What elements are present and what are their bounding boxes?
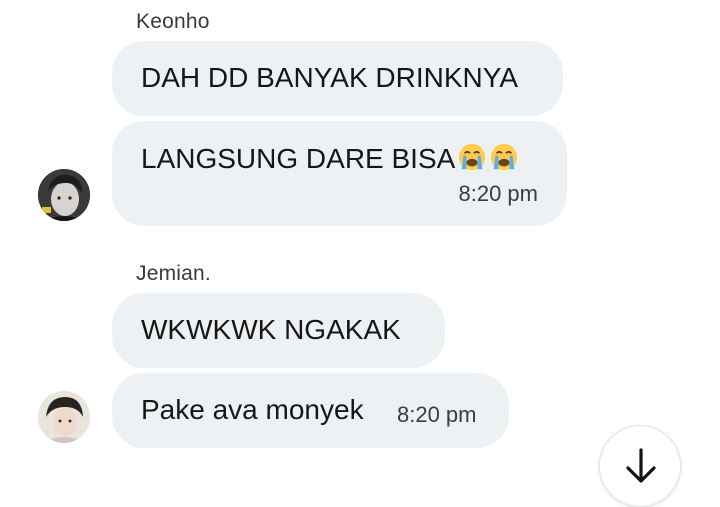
message-text: LANGSUNG DARE BISA [141,143,456,174]
avatar-jemian[interactable] [38,391,90,443]
sender-name: Keonho [136,10,210,33]
scroll-to-bottom-button[interactable] [599,425,681,507]
message-bubble[interactable]: LANGSUNG DARE BISA 8:20 pm [112,121,567,226]
arrow-down-icon [626,448,656,483]
message-text-row: LANGSUNG DARE BISA [141,142,519,175]
message-text: WKWKWK NGAKAK [141,314,401,345]
loudly-crying-face-icon [459,143,486,171]
loudly-crying-face-icon [491,143,518,171]
avatar-image [38,391,90,443]
sender-name: Jemian. [136,262,211,285]
message-text: DAH DD BANYAK DRINKNYA [141,62,519,93]
message-text: Pake ava monyek [141,394,364,425]
message-time: 8:20 pm [397,402,477,427]
message-bubble[interactable]: Pake ava monyek 8:20 pm [112,373,509,448]
message-bubble[interactable]: WKWKWK NGAKAK [112,293,445,368]
avatar-image [38,169,90,221]
avatar-keonho[interactable] [38,169,90,221]
message-bubble[interactable]: DAH DD BANYAK DRINKNYA [112,41,563,116]
message-time: 8:20 pm [458,181,539,206]
